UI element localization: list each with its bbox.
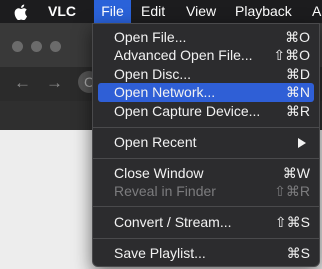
minimize-window-icon[interactable] — [31, 41, 42, 52]
menu-item-shortcut: ⌘R — [285, 103, 310, 119]
menu-edit[interactable]: Edit — [141, 0, 165, 23]
forward-arrow-icon[interactable]: → — [46, 73, 63, 93]
menu-item-label: Open Network... — [114, 84, 216, 100]
menu-item-shortcut: ⌘O — [285, 29, 310, 45]
menu-item-label: Advanced Open File... — [114, 47, 253, 63]
menu-item-shortcut: ⌘D — [285, 66, 310, 82]
menu-file[interactable]: File — [94, 0, 131, 23]
menu-bar: VLC File Edit View Playback A — [0, 0, 322, 23]
menu-item-open-recent[interactable]: Open Recent — [98, 133, 314, 152]
menu-item-open-file[interactable]: Open File... ⌘O — [98, 28, 314, 47]
menu-item-shortcut: ⇧⌘S — [274, 214, 310, 230]
menu-item-label: Reveal in Finder — [114, 183, 216, 199]
menu-item-label: Open Recent — [114, 134, 197, 150]
menu-item-label: Convert / Stream... — [114, 214, 232, 230]
menu-item-label: Close Window — [114, 165, 204, 181]
menu-item-save-playlist[interactable]: Save Playlist... ⌘S — [98, 244, 314, 263]
file-menu-dropdown: Open File... ⌘O Advanced Open File... ⇧⌘… — [92, 23, 320, 267]
menu-item-advanced-open-file[interactable]: Advanced Open File... ⇧⌘O — [98, 46, 314, 65]
menu-item-open-disc[interactable]: Open Disc... ⌘D — [98, 65, 314, 84]
menu-truncated[interactable]: A — [312, 0, 321, 23]
menu-item-shortcut: ⌘S — [286, 245, 310, 261]
menu-item-open-capture-device[interactable]: Open Capture Device... ⌘R — [98, 102, 314, 121]
menu-separator — [93, 238, 319, 239]
menu-item-shortcut: ⌘N — [285, 84, 310, 100]
menu-item-label: Save Playlist... — [114, 245, 206, 261]
app-menu-vlc[interactable]: VLC — [48, 0, 76, 23]
menu-playback[interactable]: Playback — [235, 0, 292, 23]
menu-item-shortcut: ⌘W — [282, 165, 310, 181]
menu-item-label: Open Disc... — [114, 66, 192, 82]
menu-item-open-network[interactable]: Open Network... ⌘N — [98, 83, 314, 102]
submenu-arrow-icon — [298, 138, 306, 148]
back-arrow-icon[interactable]: ← — [14, 73, 31, 93]
menu-item-convert-stream[interactable]: Convert / Stream... ⇧⌘S — [98, 213, 314, 232]
zoom-window-icon[interactable] — [50, 41, 61, 52]
menu-view[interactable]: View — [186, 0, 216, 23]
menu-item-label: Open File... — [114, 29, 187, 45]
apple-menu-icon[interactable] — [14, 0, 30, 23]
menu-item-shortcut: ⇧⌘O — [273, 47, 310, 63]
menu-separator — [93, 127, 319, 128]
close-window-icon[interactable] — [12, 41, 23, 52]
menu-item-close-window[interactable]: Close Window ⌘W — [98, 164, 314, 183]
menu-item-reveal-in-finder: Reveal in Finder ⇧⌘R — [98, 182, 314, 201]
menu-separator — [93, 206, 319, 207]
menu-item-shortcut: ⇧⌘R — [274, 183, 310, 199]
menu-item-label: Open Capture Device... — [114, 103, 261, 119]
menu-separator — [93, 158, 319, 159]
